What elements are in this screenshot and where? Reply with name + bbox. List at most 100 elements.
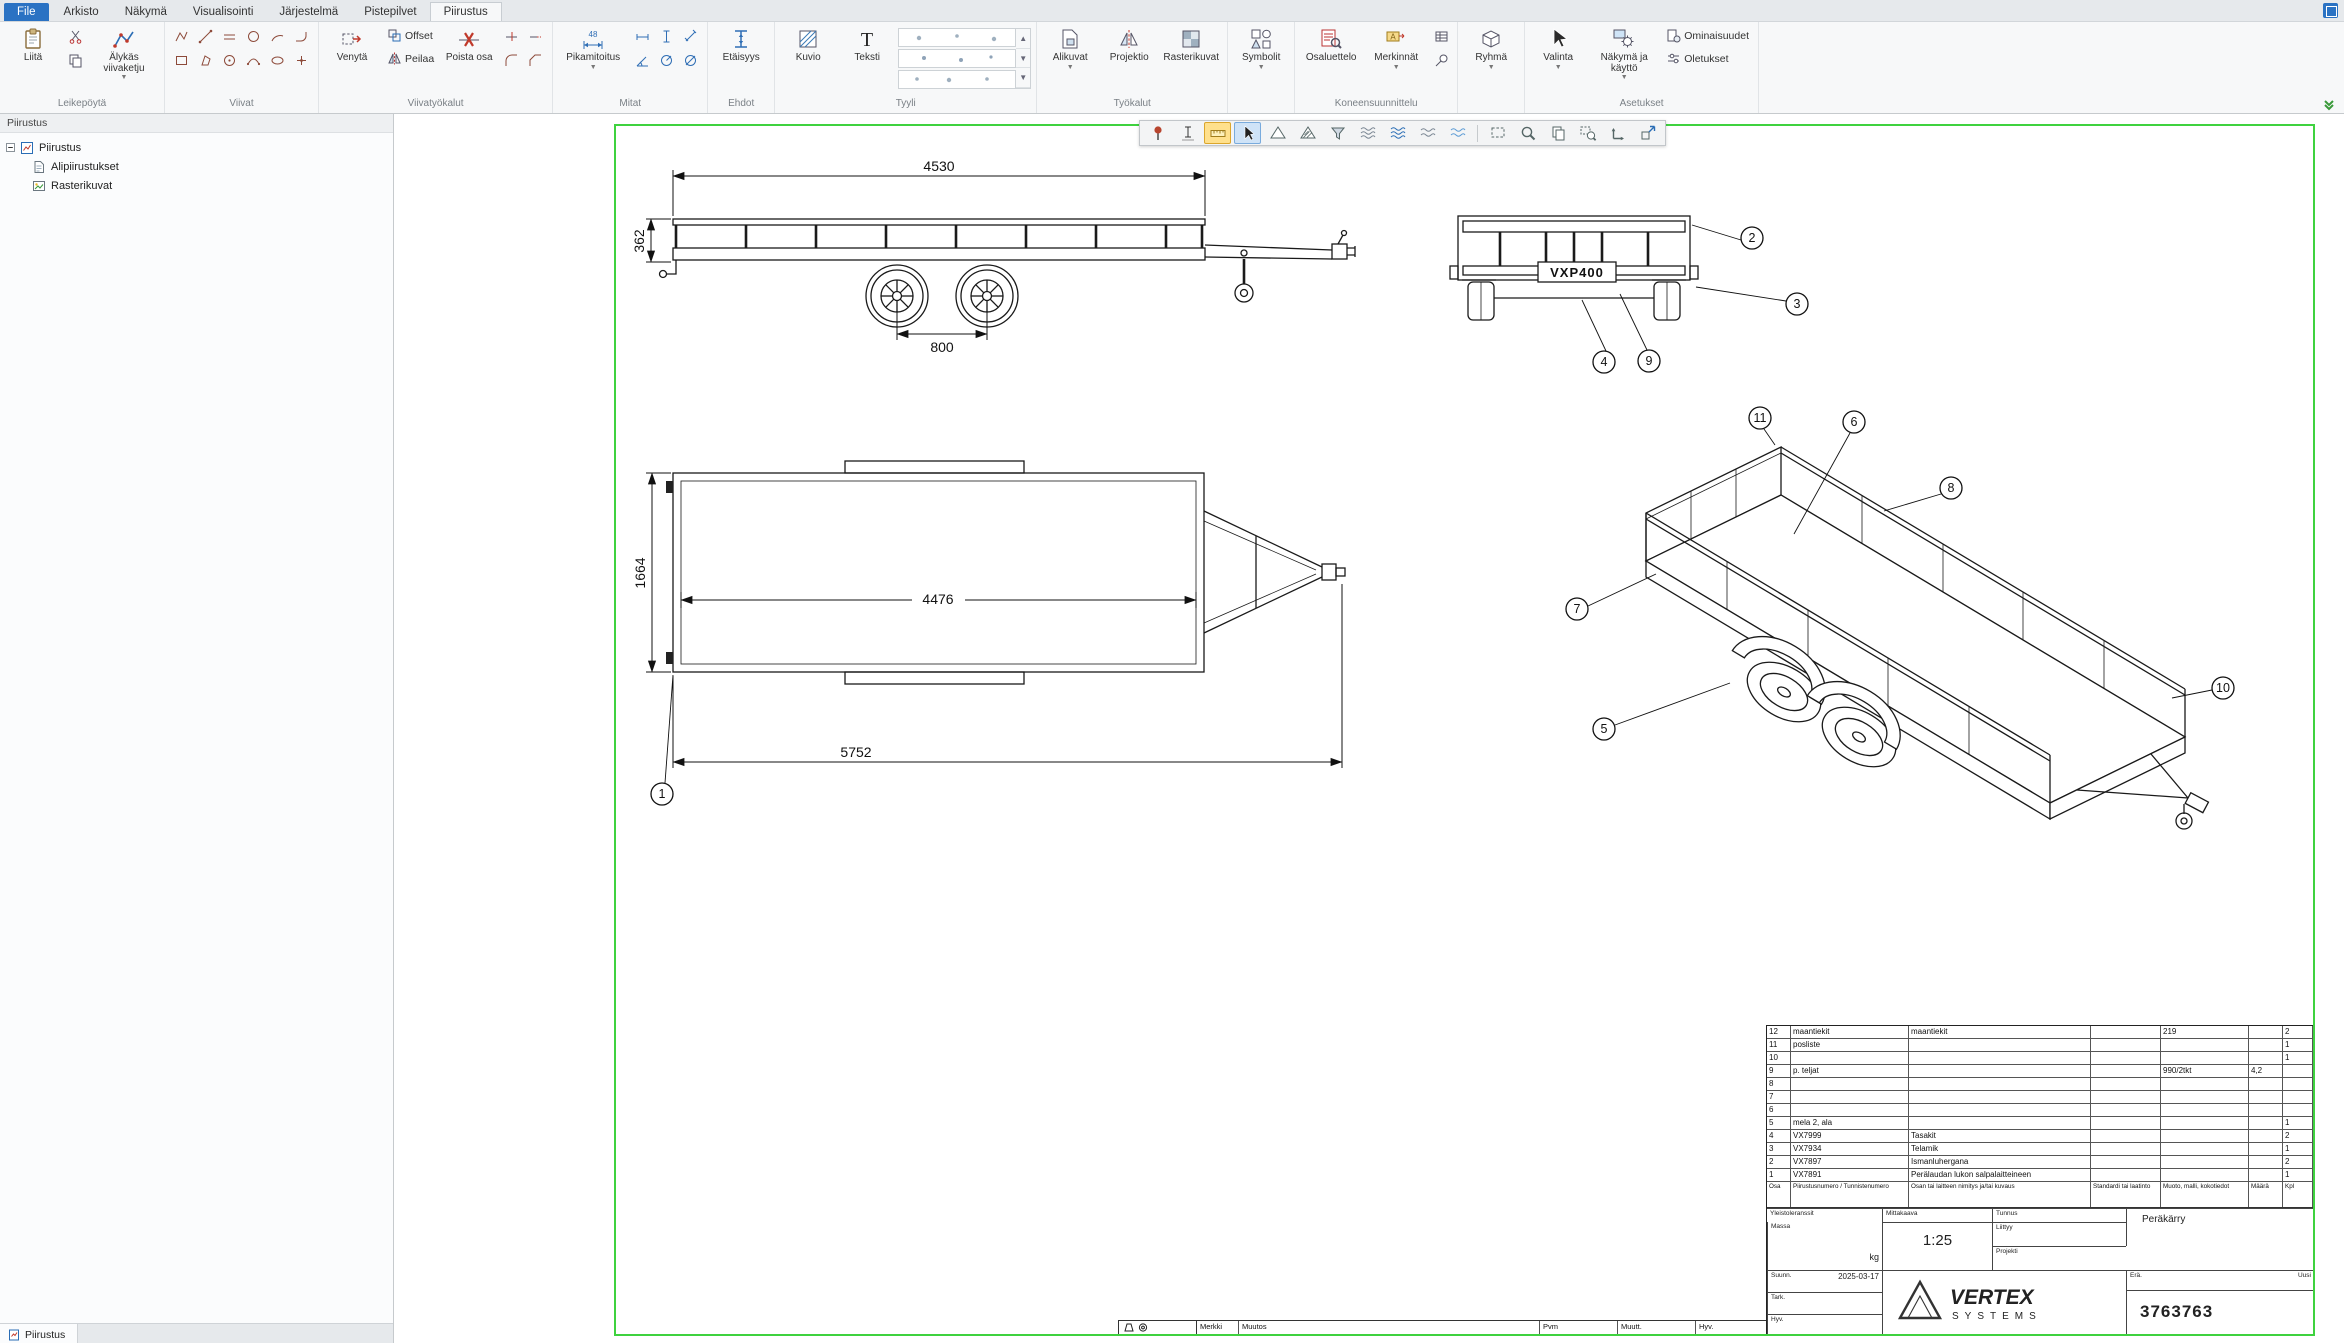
dim-label-362[interactable]: 362	[631, 229, 647, 253]
balloon-7[interactable]: 7	[1566, 574, 1656, 620]
projection-button[interactable]: Projektio	[1101, 25, 1157, 93]
zoom-window-button[interactable]	[1574, 122, 1601, 144]
text-button[interactable]: T Teksti	[839, 25, 895, 93]
app-help-icon[interactable]	[2323, 3, 2338, 18]
ribbon-collapse-icon[interactable]	[2322, 97, 2336, 111]
balloon-10[interactable]: 10	[2172, 677, 2234, 699]
tab-nakyma[interactable]: Näkymä	[112, 3, 180, 21]
vertical-dim-button[interactable]	[655, 25, 677, 47]
paste-button[interactable]: Liitä	[5, 25, 61, 93]
angle-dim-button[interactable]	[631, 49, 653, 71]
copy-button[interactable]	[64, 49, 86, 71]
title-block[interactable]: 12maantiekitmaantiekit2192 11posliste1 1…	[1766, 1025, 2313, 1334]
ellipse-tool-button[interactable]	[266, 49, 288, 71]
polyline-tool-button[interactable]	[170, 25, 192, 47]
selection-button[interactable]: Valinta ▼	[1530, 25, 1586, 93]
center-circle-tool-button[interactable]	[218, 49, 240, 71]
mirror-button[interactable]: Peilaa	[383, 48, 438, 69]
delete-part-button[interactable]: Poista osa	[441, 25, 497, 93]
zoom-button[interactable]	[1514, 122, 1541, 144]
balloon-1[interactable]: 1	[651, 675, 673, 805]
diameter-dim-button[interactable]	[679, 49, 701, 71]
chamfer-tool-button[interactable]	[524, 49, 546, 71]
move-view-button[interactable]	[1634, 122, 1661, 144]
quick-dimension-button[interactable]: 48 Pikamitoitus ▼	[558, 25, 628, 93]
pin-button[interactable]	[1144, 122, 1171, 144]
pattern-button[interactable]: Kuvio	[780, 25, 836, 93]
subdrawings-button[interactable]: Alikuvat ▼	[1042, 25, 1098, 93]
gallery-expand-icon[interactable]: ▼	[1016, 68, 1030, 88]
tab-jarjestelma[interactable]: Järjestelmä	[266, 3, 351, 21]
defaults-button[interactable]: Oletukset	[1662, 48, 1753, 69]
style-swatch-1[interactable]	[898, 28, 1016, 47]
dim-label-4530[interactable]: 4530	[923, 158, 954, 174]
tab-visualisointi[interactable]: Visualisointi	[180, 3, 267, 21]
balloon-4[interactable]: 4	[1582, 300, 1615, 373]
annotations-button[interactable]: A Merkinnät ▼	[1365, 25, 1427, 93]
cut-button[interactable]	[64, 25, 86, 47]
offset-button[interactable]: Offset	[383, 25, 438, 46]
tab-arkisto[interactable]: Arkisto	[51, 3, 112, 21]
hatch-triangle-button[interactable]	[1294, 122, 1321, 144]
collapse-icon[interactable]	[6, 143, 15, 152]
dim-label-1664[interactable]: 1664	[632, 557, 648, 588]
rectangle-tool-button[interactable]	[170, 49, 192, 71]
dimension-5752[interactable]	[673, 584, 1342, 768]
extend-tool-button[interactable]	[524, 25, 546, 47]
dimension-800[interactable]	[897, 304, 987, 340]
tab-file[interactable]: File	[4, 3, 49, 21]
stretch-button[interactable]: Venytä	[324, 25, 380, 93]
dimension-4530[interactable]	[673, 170, 1205, 216]
horizontal-dim-button[interactable]	[631, 25, 653, 47]
balloon-3[interactable]: 3	[1696, 287, 1808, 315]
layer-waves-button-1[interactable]	[1354, 122, 1381, 144]
panel-tab-piirustus[interactable]: Piirustus	[0, 1324, 78, 1343]
dim-label-800[interactable]: 800	[930, 339, 954, 355]
drawing-canvas[interactable]: 4530 362 800	[394, 114, 2344, 1343]
symbols-button[interactable]: Symbolit ▼	[1233, 25, 1289, 93]
distance-button[interactable]: Etäisyys	[713, 25, 769, 93]
polygon-tool-button[interactable]	[194, 49, 216, 71]
marquee-select-button[interactable]	[1484, 122, 1511, 144]
style-swatch-2[interactable]	[898, 49, 1016, 68]
fillet-tool-button[interactable]	[500, 49, 522, 71]
dim-label-4476[interactable]: 4476	[922, 591, 953, 607]
tab-pistepilvet[interactable]: Pistepilvet	[351, 3, 429, 21]
circle-tool-button[interactable]	[242, 25, 264, 47]
style-swatch-3[interactable]	[898, 70, 1016, 89]
parallel-lines-tool-button[interactable]	[218, 25, 240, 47]
ruler-button[interactable]	[1204, 122, 1231, 144]
radius-dim-button[interactable]	[655, 49, 677, 71]
parts-list-button[interactable]: Osaluettelo	[1300, 25, 1362, 93]
arc-3pt-tool-button[interactable]	[242, 49, 264, 71]
dimension-362[interactable]	[646, 219, 671, 262]
trim-tool-button[interactable]	[500, 25, 522, 47]
tab-piirustus[interactable]: Piirustus	[430, 2, 502, 21]
arc-tool-button[interactable]	[266, 25, 288, 47]
layer-waves-button-3[interactable]	[1414, 122, 1441, 144]
tree-item-rasterikuvat[interactable]: Rasterikuvat	[32, 176, 387, 195]
axes-button[interactable]	[1604, 122, 1631, 144]
copy-view-button[interactable]	[1544, 122, 1571, 144]
select-arrow-button[interactable]	[1234, 122, 1261, 144]
triangle-tool-button[interactable]	[1264, 122, 1291, 144]
plan-view[interactable]	[666, 461, 1345, 684]
tree-root-piirustus[interactable]: Piirustus	[6, 138, 387, 157]
gallery-up-icon[interactable]: ▲	[1016, 29, 1030, 49]
annotation-cursor-button[interactable]	[1174, 122, 1201, 144]
drawing-sheet[interactable]: 4530 362 800	[614, 124, 2315, 1336]
balloon-8[interactable]: 8	[1884, 477, 1962, 511]
raster-images-button[interactable]: Rasterikuvat	[1160, 25, 1222, 93]
balloon-11[interactable]: 11	[1749, 407, 1775, 445]
point-tool-button[interactable]	[290, 49, 312, 71]
dim-label-5752[interactable]: 5752	[840, 744, 871, 760]
line-tool-button[interactable]	[194, 25, 216, 47]
isometric-view[interactable]	[1646, 447, 2208, 829]
tangent-arc-tool-button[interactable]	[290, 25, 312, 47]
smart-polyline-button[interactable]: Älykäs viivaketju ▼	[89, 25, 159, 93]
gallery-down-icon[interactable]: ▼	[1016, 49, 1030, 69]
balloon-2[interactable]: 2	[1692, 225, 1763, 249]
group-button[interactable]: Ryhmä ▼	[1463, 25, 1519, 93]
balloon-tag-button[interactable]	[1430, 49, 1452, 71]
balloon-5[interactable]: 5	[1593, 683, 1730, 740]
